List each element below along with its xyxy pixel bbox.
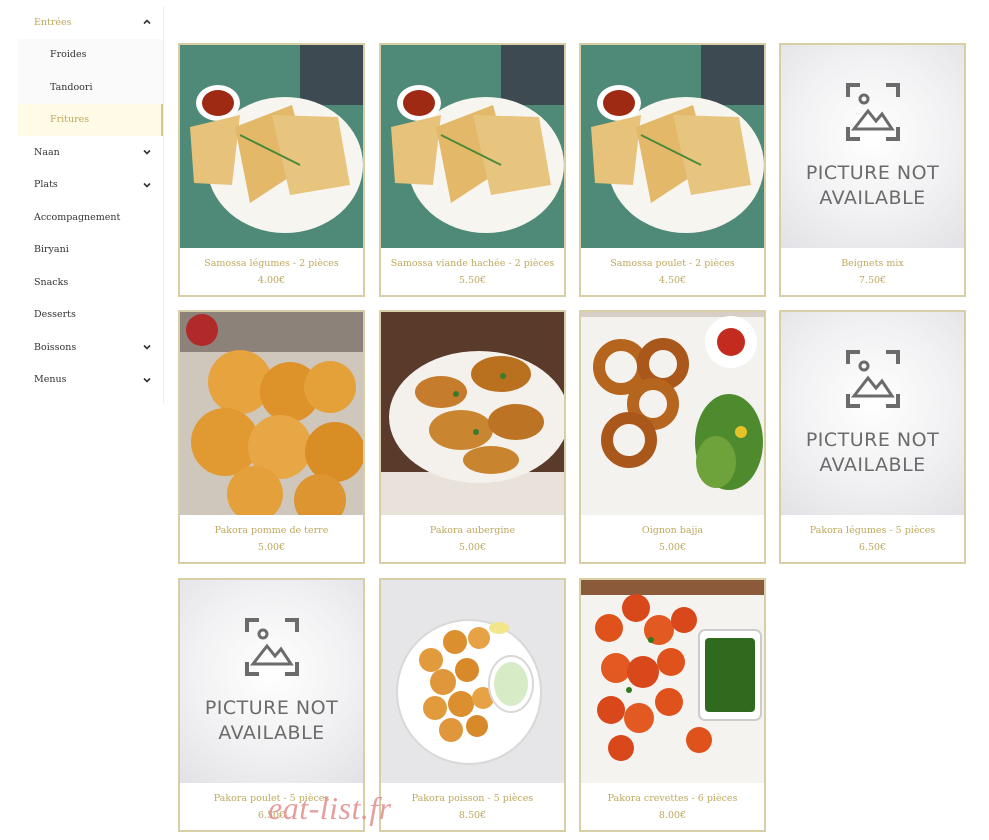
product-card[interactable]: Samossa viande hachée - 2 pièces 5.50€ (379, 43, 566, 297)
picture-not-available-icon (845, 350, 900, 408)
sidebar-item-plats[interactable]: Plats (18, 169, 163, 202)
product-price: 7.50€ (858, 275, 887, 286)
placeholder-text: PICTURE NOT (805, 429, 940, 451)
product-price: 4.50€ (658, 275, 687, 286)
product-card[interactable]: Pakora crevettes - 6 pièces 8.00€ (579, 578, 766, 832)
category-sidebar: Entrées Froides Tandoori Fritures Naan P… (18, 6, 164, 403)
product-card[interactable]: Pakora poisson - 5 pièces 8.50€ (379, 578, 566, 832)
sidebar-item-desserts[interactable]: Desserts (18, 299, 163, 332)
product-name: Samossa légumes - 2 pièces (204, 258, 339, 269)
chevron-up-icon[interactable] (143, 18, 151, 26)
product-name: Beignets mix (841, 258, 904, 269)
watermark: eat-list.fr (268, 790, 392, 826)
sidebar-item-accompagnement[interactable]: Accompagnement (18, 201, 163, 234)
placeholder-text: PICTURE NOT (805, 162, 940, 184)
product-price: 8.00€ (658, 810, 687, 821)
sidebar-item-label: Snacks (34, 276, 69, 288)
sidebar-item-label: Boissons (34, 341, 77, 353)
sidebar-subitem-fritures[interactable]: Fritures (18, 103, 163, 136)
product-image (581, 45, 764, 248)
product-price: 5.50€ (458, 275, 487, 286)
product-card[interactable]: Pakora pomme de terre 5.00€ (178, 310, 365, 564)
product-card[interactable]: PICTURE NOT AVAILABLE Pakora légumes - 5 … (779, 310, 966, 564)
product-name: Pakora pomme de terre (214, 525, 329, 536)
sidebar-item-entrees[interactable]: Entrées (18, 6, 163, 39)
sidebar-item-label: Accompagnement (34, 211, 121, 223)
product-image (381, 580, 564, 783)
product-image-placeholder: PICTURE NOT AVAILABLE (180, 580, 363, 783)
sidebar-item-biryani[interactable]: Biryani (18, 234, 163, 267)
picture-not-available-icon (244, 618, 299, 676)
product-card[interactable]: Samossa poulet - 2 pièces 4.50€ (579, 43, 766, 297)
placeholder-text: PICTURE NOT (204, 697, 339, 719)
product-name: Samossa viande hachée - 2 pièces (390, 258, 555, 269)
placeholder-text: AVAILABLE (218, 722, 325, 744)
product-price: 8.50€ (458, 810, 487, 821)
product-image (381, 45, 564, 248)
product-card[interactable]: Samossa légumes - 2 pièces 4.00€ (178, 43, 365, 297)
product-image (180, 312, 363, 515)
product-name: Pakora aubergine (429, 525, 516, 536)
placeholder-text: AVAILABLE (819, 454, 926, 476)
product-image (581, 312, 764, 515)
picture-not-available-icon (845, 83, 900, 141)
product-card[interactable]: PICTURE NOT AVAILABLE Beignets mix 7.50€ (779, 43, 966, 297)
sidebar-item-label: Froides (50, 49, 87, 61)
sidebar-item-label: Entrées (34, 16, 72, 28)
sidebar-subitem-froides[interactable]: Froides (18, 38, 163, 71)
sidebar-item-snacks[interactable]: Snacks (18, 266, 163, 299)
sidebar-item-naan[interactable]: Naan (18, 136, 163, 169)
sidebar-item-label: Tandoori (50, 81, 93, 93)
product-name: Oignon bajja (641, 525, 704, 536)
product-name: Samossa poulet - 2 pièces (610, 258, 735, 269)
sidebar-subitem-tandoori[interactable]: Tandoori (18, 71, 163, 104)
sidebar-item-label: Biryani (34, 244, 69, 256)
chevron-down-icon[interactable] (143, 148, 151, 156)
product-price: 5.00€ (658, 542, 687, 553)
product-price: 5.00€ (257, 542, 286, 553)
sidebar-item-boissons[interactable]: Boissons (18, 331, 163, 364)
product-image-placeholder: PICTURE NOT AVAILABLE (781, 45, 964, 248)
chevron-down-icon[interactable] (143, 181, 151, 189)
sidebar-item-label: Fritures (50, 114, 90, 126)
product-image-placeholder: PICTURE NOT AVAILABLE (781, 312, 964, 515)
product-price: 6.50€ (858, 542, 887, 553)
sidebar-item-label: Plats (34, 179, 58, 191)
product-name: Pakora crevettes - 6 pièces (607, 793, 738, 804)
product-image (381, 312, 564, 515)
sidebar-item-label: Menus (34, 374, 67, 386)
chevron-down-icon[interactable] (143, 343, 151, 351)
sidebar-item-label: Naan (34, 146, 60, 158)
sidebar-item-label: Desserts (34, 309, 76, 321)
product-image (581, 580, 764, 783)
product-card[interactable]: Oignon bajja 5.00€ (579, 310, 766, 564)
product-name: Pakora poisson - 5 pièces (411, 793, 534, 804)
product-image (180, 45, 363, 248)
product-name: Pakora légumes - 5 pièces (809, 525, 936, 536)
product-price: 4.00€ (257, 275, 286, 286)
product-price: 5.00€ (458, 542, 487, 553)
placeholder-text: AVAILABLE (819, 187, 926, 209)
sidebar-item-menus[interactable]: Menus (18, 364, 163, 397)
product-card[interactable]: Pakora aubergine 5.00€ (379, 310, 566, 564)
chevron-down-icon[interactable] (143, 376, 151, 384)
